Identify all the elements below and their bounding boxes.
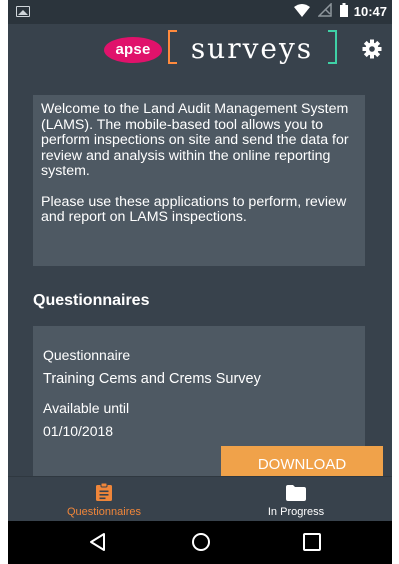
apse-logo: apse [104,37,162,63]
questionnaire-label: Questionnaire [43,347,131,363]
app-header: apse surveys [8,24,392,76]
app-screen: 10:47 apse surveys Welcome to the Land A… [8,0,392,564]
questionnaire-card: Questionnaire Training Cems and Crems Su… [33,326,383,486]
battery-icon [340,3,348,17]
available-until-label: Available until [43,400,130,416]
logo-bracket-right [328,30,337,64]
welcome-paragraph-1: Welcome to the Land Audit Management Sys… [41,101,349,179]
bottom-tab-bar: Questionnaires In Progress [8,476,392,522]
no-signal-icon [318,3,332,17]
wifi-icon [294,3,310,17]
folder-icon [286,485,306,501]
tab-in-progress[interactable]: In Progress [200,477,392,522]
back-icon[interactable] [88,532,108,552]
tab-questionnaires[interactable]: Questionnaires [8,477,200,522]
clipboard-icon [96,483,112,501]
gear-icon[interactable] [362,39,382,59]
status-icons [294,3,348,17]
recents-icon[interactable] [302,532,322,552]
status-bar: 10:47 [8,0,392,24]
surveys-logo: surveys [190,32,314,65]
image-icon [16,6,30,17]
system-nav-bar [8,521,392,564]
welcome-card: Welcome to the Land Audit Management Sys… [33,95,365,266]
status-time: 10:47 [353,4,387,19]
available-until-date: 01/10/2018 [43,423,114,439]
welcome-paragraph-2: Please use these applications to perform… [41,193,347,225]
tab-in-progress-label: In Progress [267,506,325,518]
questionnaires-heading: Questionnaires [33,292,150,309]
tab-questionnaires-label: Questionnaires [67,506,141,518]
home-icon[interactable] [191,532,211,552]
questionnaire-name: Training Cems and Crems Survey [43,371,261,387]
